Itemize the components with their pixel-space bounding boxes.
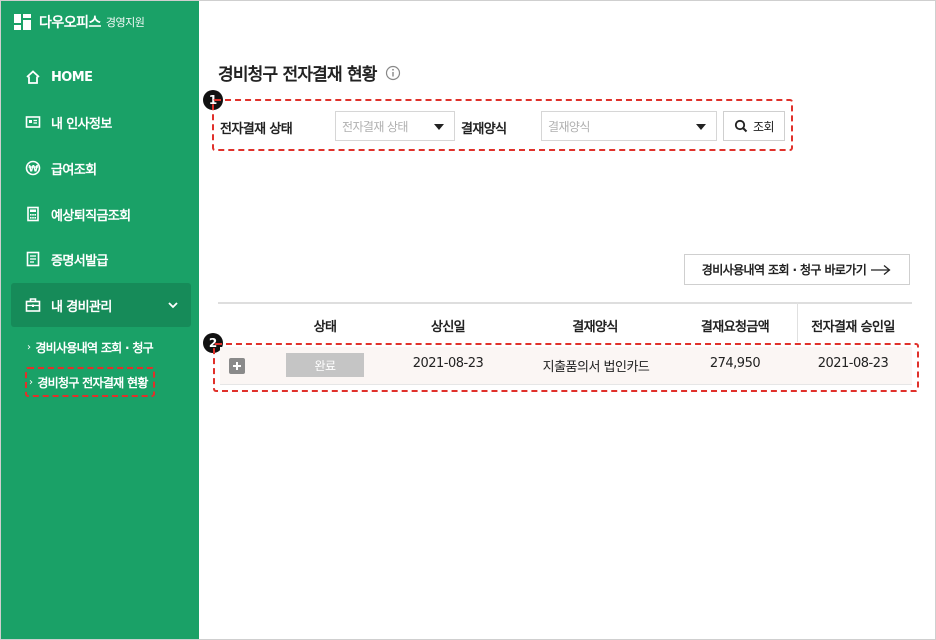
won-coin-icon: ₩ xyxy=(25,160,41,176)
cell-amount: 274,950 xyxy=(709,356,761,371)
briefcase-icon xyxy=(25,297,41,313)
brand-name: 다우오피스 xyxy=(39,15,101,31)
cell-submitted-date: 2021-08-23 xyxy=(412,356,484,371)
status-badge: 완료 xyxy=(286,353,364,377)
expand-row-icon[interactable] xyxy=(229,358,245,374)
home-icon xyxy=(25,69,41,85)
form-filter-label: 결재양식 xyxy=(461,122,507,137)
search-button-label: 조회 xyxy=(752,119,775,134)
sidebar-item-certificate[interactable]: 증명서발급 xyxy=(11,239,191,279)
cell-form: 지출품의서 법인카드 xyxy=(542,360,650,375)
column-header-approved: 전자결재 승인일 xyxy=(811,320,895,335)
status-select[interactable]: 전자결재 상태 xyxy=(335,111,455,141)
chevron-right-icon: › xyxy=(29,376,33,388)
sidebar-item-label: 내 경비관리 xyxy=(51,299,112,315)
chevron-right-icon: › xyxy=(27,341,31,353)
id-card-icon xyxy=(25,114,41,130)
sidebar-subitem-label: 경비청구 전자결재 현황 xyxy=(37,375,148,390)
document-icon xyxy=(25,251,41,267)
info-icon[interactable] xyxy=(385,65,401,81)
table-top-border xyxy=(218,302,912,304)
chevron-down-icon xyxy=(168,302,178,309)
search-icon xyxy=(734,119,748,133)
page-title-text: 경비청구 전자결재 현황 xyxy=(218,65,377,85)
column-header-form: 결재양식 xyxy=(572,320,618,335)
brand-subtitle: 경영지원 xyxy=(105,16,145,29)
sidebar: 다우오피스 경영지원 HOME 내 인사정보 ₩ 급여조회 예상퇴직금조회 증명… xyxy=(1,1,199,639)
column-header-submitted: 상신일 xyxy=(430,320,466,335)
sidebar-item-label: 내 인사정보 xyxy=(51,116,112,132)
page-title: 경비청구 전자결재 현황 xyxy=(218,60,401,85)
brand[interactable]: 다우오피스 경영지원 xyxy=(13,11,145,33)
daou-logo-icon xyxy=(14,14,31,30)
sidebar-item-severance[interactable]: 예상퇴직금조회 xyxy=(11,194,191,234)
form-select[interactable]: 결재양식 xyxy=(541,111,717,141)
sidebar-item-salary[interactable]: ₩ 급여조회 xyxy=(11,148,191,188)
sidebar-subitem-expense-history[interactable]: › 경비사용내역 조회 · 청구 xyxy=(27,335,154,359)
column-header-status: 상태 xyxy=(313,320,337,335)
svg-text:₩: ₩ xyxy=(28,165,38,175)
calculator-icon xyxy=(25,206,41,222)
search-button[interactable]: 조회 xyxy=(723,111,785,141)
sidebar-subitem-label: 경비사용내역 조회 · 청구 xyxy=(35,340,154,355)
expense-history-shortcut-button[interactable]: 경비사용내역 조회 · 청구 바로가기 xyxy=(684,254,910,285)
dropdown-arrow-icon xyxy=(696,124,706,130)
cell-approved-date: 2021-08-23 xyxy=(817,356,889,371)
sidebar-item-label: HOME xyxy=(51,69,93,85)
column-header-amount: 결재요청금액 xyxy=(700,320,770,335)
sidebar-item-label: 증명서발급 xyxy=(51,253,108,269)
status-filter-label: 전자결재 상태 xyxy=(220,122,293,137)
sidebar-item-home[interactable]: HOME xyxy=(11,57,191,97)
status-select-placeholder: 전자결재 상태 xyxy=(342,119,408,134)
form-select-placeholder: 결재양식 xyxy=(548,119,590,134)
shortcut-button-label: 경비사용내역 조회 · 청구 바로가기 xyxy=(701,263,867,277)
sidebar-item-my-expenses[interactable]: 내 경비관리 xyxy=(11,283,191,327)
sidebar-item-label: 급여조회 xyxy=(51,162,97,178)
sidebar-subitem-approval-status[interactable]: › 경비청구 전자결재 현황 xyxy=(25,367,155,397)
sidebar-item-label: 예상퇴직금조회 xyxy=(51,208,131,224)
arrow-right-icon xyxy=(871,264,891,275)
dropdown-arrow-icon xyxy=(434,124,444,130)
sidebar-item-my-hr-info[interactable]: 내 인사정보 xyxy=(11,102,191,142)
